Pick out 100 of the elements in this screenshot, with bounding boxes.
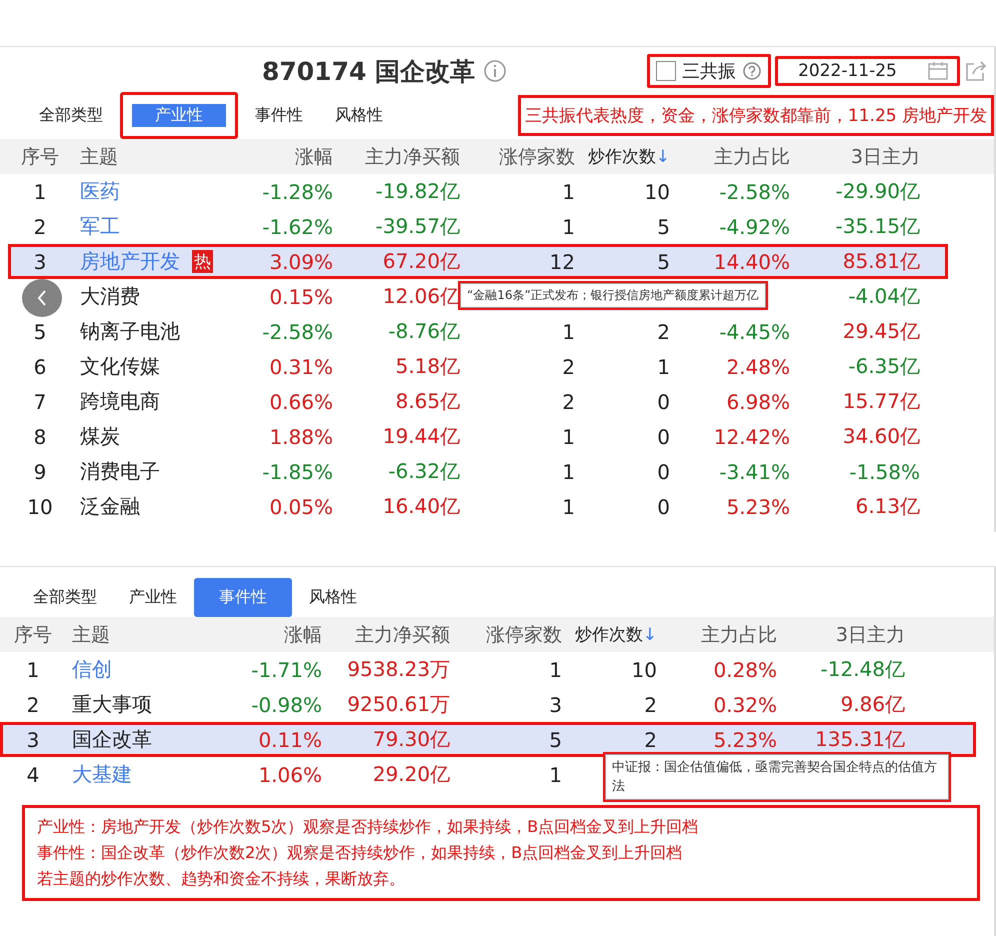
column-header[interactable]: 炒作次数↓ xyxy=(575,145,670,168)
table-cell: 29.45亿 xyxy=(842,319,920,343)
theme-name: 煤炭 xyxy=(80,423,120,450)
sort-arrow[interactable]: ↓ xyxy=(656,147,670,167)
category-tab[interactable]: 产业性 xyxy=(114,578,192,616)
row-number: 3 xyxy=(34,250,46,274)
table-cell: 10 xyxy=(644,180,670,204)
column-header[interactable]: 主力净买额 xyxy=(333,144,460,170)
panel-title: 870174 国企改革 xyxy=(262,56,476,88)
column-header[interactable]: 主题 xyxy=(70,144,250,170)
theme-link[interactable]: 大基建 xyxy=(72,761,132,788)
table-cell: 5 xyxy=(549,728,562,752)
table-cell: -19.82亿 xyxy=(376,179,460,203)
column-header[interactable]: 3日主力 xyxy=(777,622,905,648)
table-cell: -39.57亿 xyxy=(376,214,460,238)
theme-name: 钠离子电池 xyxy=(80,318,180,345)
table-cell: 15.77亿 xyxy=(842,389,920,413)
table-cell: -1.71% xyxy=(251,658,322,682)
table-cell: 0 xyxy=(657,424,670,448)
column-header[interactable]: 涨停家数 xyxy=(460,144,575,170)
table-cell: 5.18亿 xyxy=(395,354,460,378)
table-cell: 5.23% xyxy=(713,728,777,752)
table-cell: -35.15亿 xyxy=(836,214,920,238)
column-header[interactable]: 涨幅 xyxy=(242,622,322,648)
table-cell: 2 xyxy=(562,390,575,414)
help-icon[interactable] xyxy=(742,61,762,81)
column-header[interactable]: 主力占比 xyxy=(670,144,790,170)
column-header[interactable]: 主题 xyxy=(62,622,242,648)
table-cell: -1.62% xyxy=(262,214,333,238)
table-cell: -4.04亿 xyxy=(848,284,920,308)
table-cell: 0.32% xyxy=(713,692,777,716)
column-header[interactable]: 炒作次数↓ xyxy=(562,623,657,646)
table-cell: 2 xyxy=(657,320,670,344)
row-number: 1 xyxy=(26,658,40,682)
row-number: 2 xyxy=(34,214,46,238)
category-tab[interactable]: 全部类型 xyxy=(18,578,112,616)
table-cell: 5 xyxy=(657,214,670,238)
date-field[interactable]: 2022-11-25 xyxy=(775,56,960,86)
table-cell: 1 xyxy=(549,762,562,786)
category-tab[interactable]: 事件性 xyxy=(194,578,292,616)
column-header[interactable]: 涨幅 xyxy=(250,144,333,170)
column-header[interactable]: 涨停家数 xyxy=(450,622,562,648)
theme-name: 泛金融 xyxy=(80,493,140,520)
table-cell: 34.60亿 xyxy=(842,424,920,448)
table-cell: 9538.23万 xyxy=(347,657,450,681)
chevron-left-icon xyxy=(36,289,48,307)
column-header[interactable]: 3日主力 xyxy=(790,144,920,170)
table-cell: -2.58% xyxy=(262,320,333,344)
highlighted-row[interactable]: 3 国企改革 0.11% 79.30亿 5 2 5.23% 135.31亿 xyxy=(0,722,976,757)
checkbox[interactable] xyxy=(656,61,676,81)
table-cell: 85.81亿 xyxy=(842,249,920,273)
table-cell: -4.92% xyxy=(719,214,790,238)
back-button[interactable] xyxy=(22,279,62,317)
column-header[interactable]: 主力占比 xyxy=(657,622,777,648)
share-icon[interactable] xyxy=(964,59,988,83)
row-number: 6 xyxy=(34,354,46,378)
table-cell: 29.20亿 xyxy=(372,762,450,786)
category-tab[interactable]: 风格性 xyxy=(294,578,372,616)
theme-name: 国企改革 xyxy=(72,726,152,753)
table-cell: -2.58% xyxy=(719,180,790,204)
column-header[interactable]: 主力净买额 xyxy=(322,622,450,648)
table-cell: 0 xyxy=(657,460,670,484)
table-cell: 10 xyxy=(632,658,657,682)
row-number: 10 xyxy=(27,494,53,518)
resonance-checkbox[interactable]: 三共振 xyxy=(647,54,772,88)
table-cell: 1 xyxy=(657,354,670,378)
row-number: 2 xyxy=(26,692,40,716)
sort-arrow[interactable]: ↓ xyxy=(642,625,657,645)
table-cell: 1 xyxy=(562,460,575,484)
table-cell: -29.90亿 xyxy=(836,179,920,203)
calendar-icon[interactable] xyxy=(926,61,949,81)
table-cell: 67.20亿 xyxy=(382,249,460,273)
column-header[interactable]: 序号 xyxy=(4,622,62,648)
table-cell: 9.86亿 xyxy=(840,692,905,716)
table-cell: 12 xyxy=(550,250,575,274)
column-header[interactable]: 序号 xyxy=(10,144,70,170)
table-cell: 3 xyxy=(549,692,562,716)
highlighted-row[interactable]: 3 房地产开发 热 3.09% 67.20亿 12 5 14.40% 85.81亿 xyxy=(8,244,948,279)
table-cell: 1 xyxy=(562,180,575,204)
table-cell: 1 xyxy=(562,494,575,518)
row-number: 9 xyxy=(34,460,46,484)
category-tab[interactable]: 产业性 xyxy=(120,92,238,138)
table-cell: 135.31亿 xyxy=(815,727,905,751)
checkbox-label: 三共振 xyxy=(682,60,736,83)
theme-link[interactable]: 信创 xyxy=(72,656,112,683)
table-cell: -4.45% xyxy=(719,320,790,344)
table-cell: -3.41% xyxy=(719,460,790,484)
note-line: 若主题的炒作次数、趋势和资金不持续，果断放弃。 xyxy=(37,868,406,890)
category-tab[interactable]: 风格性 xyxy=(320,96,398,134)
theme-link[interactable]: 医药 xyxy=(80,178,120,205)
table-cell: 0.15% xyxy=(269,284,333,308)
table-cell: 0.11% xyxy=(258,728,322,752)
table-cell: -8.76亿 xyxy=(388,319,460,343)
theme-link[interactable]: 军工 xyxy=(80,213,120,240)
table-cell: -12.48亿 xyxy=(820,657,905,681)
info-icon[interactable] xyxy=(483,59,508,83)
category-tab[interactable]: 事件性 xyxy=(240,96,318,134)
category-tab[interactable]: 全部类型 xyxy=(24,96,118,134)
table-cell: 2 xyxy=(562,354,575,378)
table-cell: -1.58% xyxy=(849,460,920,484)
